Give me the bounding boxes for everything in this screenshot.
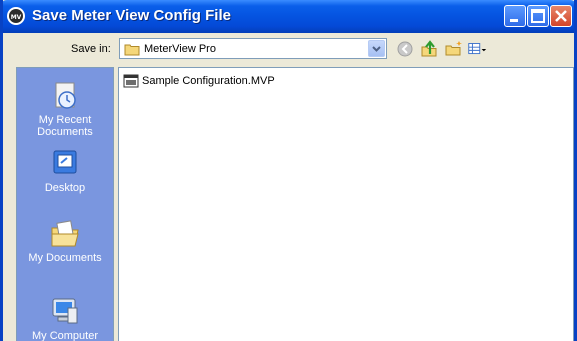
desktop-icon xyxy=(53,150,77,174)
place-desktop[interactable]: Desktop xyxy=(17,148,113,194)
save-dialog-window: MV Save Meter View Config File Save in: … xyxy=(0,0,577,341)
minimize-button[interactable] xyxy=(504,5,526,27)
back-icon[interactable] xyxy=(395,39,417,59)
list-item[interactable]: Sample Configuration.MVP xyxy=(123,73,275,89)
maximize-icon xyxy=(531,9,545,23)
place-label: Desktop xyxy=(44,182,86,194)
file-list[interactable]: Sample Configuration.MVP xyxy=(118,67,574,341)
recent-documents-icon xyxy=(55,82,76,109)
up-folder-icon[interactable] xyxy=(419,39,441,59)
place-label: My Computer xyxy=(31,330,99,341)
save-in-label: Save in: xyxy=(71,43,111,55)
close-icon xyxy=(555,10,567,22)
dropdown-arrow-button[interactable] xyxy=(368,40,385,57)
place-label: My Documents xyxy=(28,252,102,264)
place-label-line1: My Recent xyxy=(38,114,92,126)
app-logo-icon: MV xyxy=(7,7,25,25)
save-in-value: MeterView Pro xyxy=(144,43,216,55)
title-bar[interactable]: MV Save Meter View Config File xyxy=(3,0,574,33)
place-label-line2: Documents xyxy=(37,126,93,138)
my-documents-icon xyxy=(51,220,79,247)
new-folder-icon[interactable] xyxy=(443,39,465,59)
svg-text:MV: MV xyxy=(11,14,22,21)
my-computer-icon xyxy=(52,298,78,324)
chevron-down-icon xyxy=(372,46,381,52)
place-my-computer[interactable]: My Computer xyxy=(17,296,113,341)
place-my-recent-documents[interactable]: My Recent Documents xyxy=(17,80,113,138)
place-my-documents[interactable]: My Documents xyxy=(17,218,113,264)
save-in-dropdown[interactable]: MeterView Pro xyxy=(119,38,387,59)
minimize-icon xyxy=(510,19,518,22)
window-title: Save Meter View Config File xyxy=(32,7,231,24)
mvp-file-icon xyxy=(123,74,139,88)
folder-icon xyxy=(124,44,140,56)
close-button[interactable] xyxy=(550,5,572,27)
view-menu-icon[interactable] xyxy=(466,39,488,59)
places-bar: My Recent Documents Desktop My Documents xyxy=(16,67,114,341)
maximize-button[interactable] xyxy=(527,5,549,27)
file-name: Sample Configuration.MVP xyxy=(142,75,275,87)
